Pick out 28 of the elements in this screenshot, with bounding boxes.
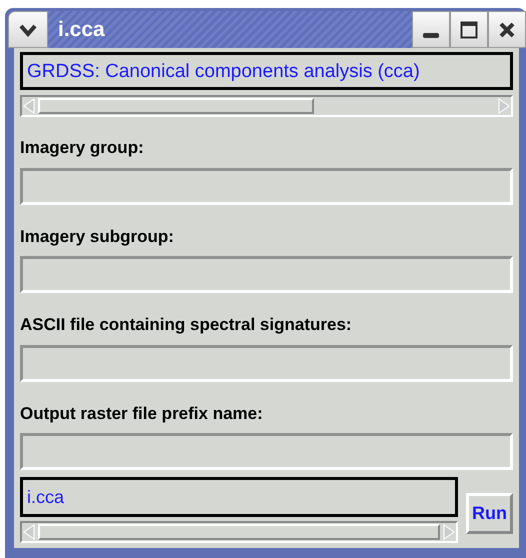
run-button[interactable]: Run xyxy=(466,493,513,534)
minimize-icon xyxy=(423,33,439,38)
horizontal-scrollbar[interactable] xyxy=(20,521,458,543)
input-field[interactable] xyxy=(20,168,513,204)
close-button[interactable] xyxy=(488,11,526,48)
header-text: GRDSS: Canonical components analysis (cca) xyxy=(20,52,513,90)
field-label: Output raster file prefix name: xyxy=(20,404,263,422)
input-field[interactable] xyxy=(20,256,513,293)
left-arrow-icon xyxy=(22,97,36,115)
command-field[interactable]: i.cca xyxy=(20,477,458,517)
horizontal-scrollbar[interactable] xyxy=(20,95,513,117)
input-field[interactable] xyxy=(20,344,513,382)
right-arrow-icon xyxy=(497,97,511,115)
field-label: Imagery subgroup: xyxy=(20,226,174,246)
window-title: i.cca xyxy=(48,11,412,48)
input-field[interactable] xyxy=(20,433,513,470)
window-menu-button[interactable] xyxy=(8,11,48,48)
maximize-icon xyxy=(460,20,478,38)
field-label: Imagery group: xyxy=(20,138,144,157)
field-label: ASCII file containing spectral signatures: xyxy=(20,315,352,334)
chevron-icon xyxy=(19,22,37,36)
right-arrow-icon xyxy=(442,523,456,541)
minimize-button[interactable] xyxy=(412,11,450,48)
close-icon xyxy=(498,20,516,38)
left-arrow-icon xyxy=(22,523,36,541)
scrollbar-thumb[interactable] xyxy=(38,98,314,114)
maximize-button[interactable] xyxy=(450,11,488,48)
scrollbar-thumb[interactable] xyxy=(38,524,440,540)
